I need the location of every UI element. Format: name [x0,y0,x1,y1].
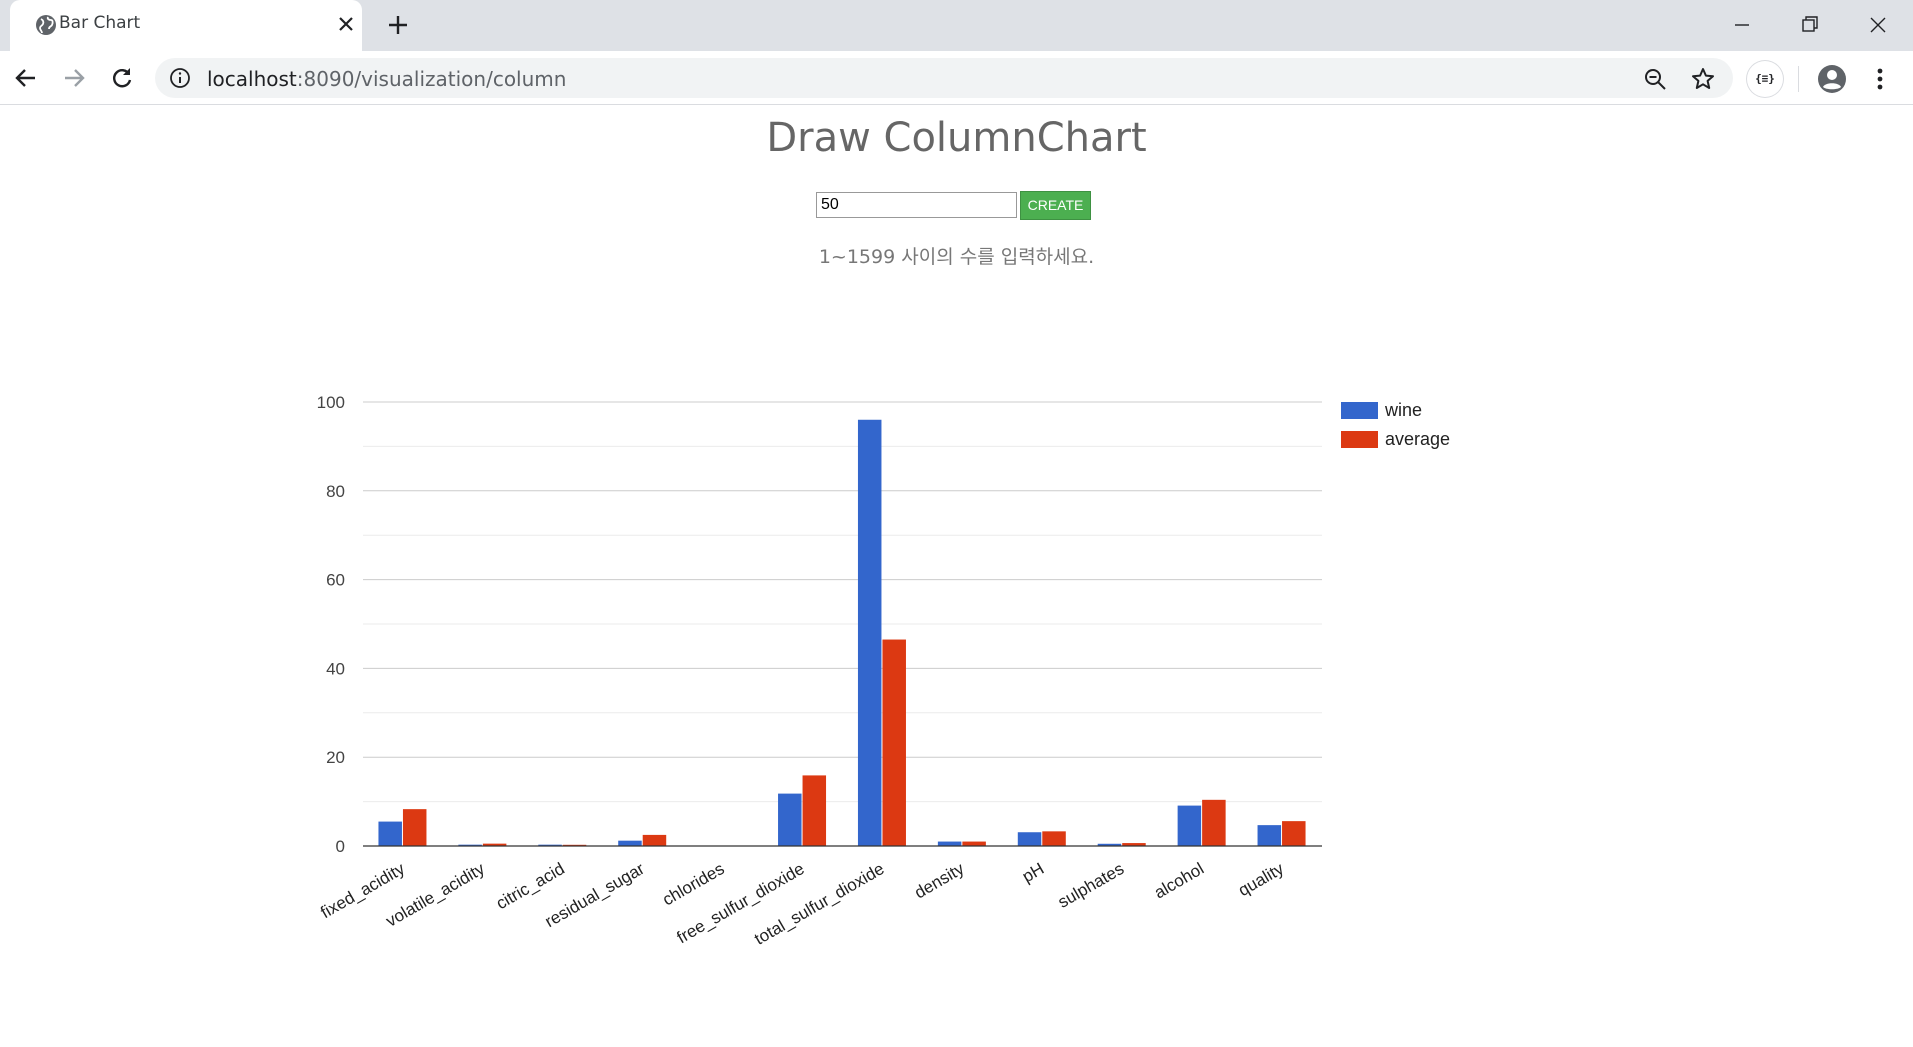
bar-average [802,775,827,846]
bar-average [642,834,667,846]
legend-swatch [1341,431,1378,448]
y-tick-label: 0 [336,837,345,856]
bar-average [1042,831,1066,846]
x-tick-label: sulphates [1055,859,1128,912]
bar-average [1202,799,1226,846]
bar-wine [1017,832,1042,846]
bar-wine [618,840,642,846]
y-tick-label: 80 [326,482,345,501]
y-tick-label: 100 [317,393,345,412]
legend-label: average [1385,429,1450,449]
y-tick-label: 40 [326,659,345,678]
y-tick-label: 60 [326,571,345,590]
bar-wine [1177,805,1202,846]
x-tick-label: alcohol [1151,859,1207,902]
bar-average [1282,821,1306,846]
bar-wine [378,821,402,846]
legend-swatch [1341,402,1378,419]
bar-wine [778,793,802,846]
bar-wine [937,841,962,846]
x-tick-label: quality [1235,859,1287,900]
x-tick-label: total_sulfur_dioxide [751,859,887,949]
x-tick-label: density [911,859,968,903]
x-tick-label: pH [1019,859,1047,886]
bar-average [962,841,986,846]
bar-wine [857,419,882,846]
legend-label: wine [1384,400,1422,420]
bar-average [882,639,906,846]
x-tick-label: chlorides [659,859,727,909]
bar-wine [1257,825,1282,846]
column-chart: 020406080100fixed_acidityvolatile_acidit… [317,393,1450,949]
bar-average [402,809,427,846]
y-tick-label: 20 [326,748,345,767]
